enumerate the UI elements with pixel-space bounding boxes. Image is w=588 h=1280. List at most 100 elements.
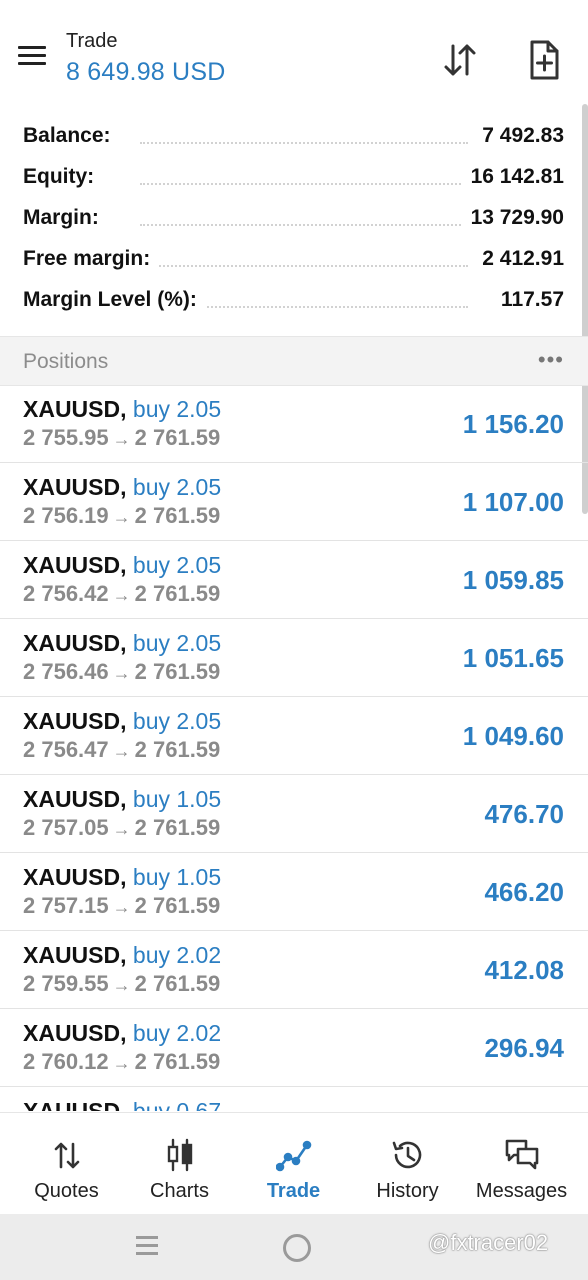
summary-value: 13 729.90 (462, 206, 564, 230)
open-price: 2 759.55 (23, 971, 109, 996)
arrow-right-icon: → (112, 1053, 131, 1073)
position-row[interactable]: XAUUSD, buy 2.05 2 756.19 → 2 761.59 1 107… (0, 463, 588, 541)
positions-header: Positions ••• (0, 336, 588, 386)
position-row[interactable]: XAUUSD, buy 2.05 2 756.46 → 2 761.59 1 051… (0, 619, 588, 697)
current-price: 2 761.59 (134, 971, 221, 996)
position-symbol: XAUUSD, (23, 552, 127, 578)
position-side: buy 2.05 (132, 474, 222, 500)
position-row[interactable]: XAUUSD, buy 2.05 2 756.47 → 2 761.59 1 049… (0, 697, 588, 775)
nav-label: Trade (266, 1180, 321, 1202)
position-profit: 412.08 (484, 955, 564, 985)
arrow-right-icon: → (112, 741, 131, 761)
recent-apps-icon[interactable] (136, 1234, 160, 1258)
position-symbol: XAUUSD, (23, 1020, 127, 1046)
summary-label: Free margin: (23, 247, 159, 271)
summary-label: Margin Level (%): (23, 288, 205, 312)
current-price: 2 761.59 (134, 737, 221, 762)
arrow-right-icon: → (112, 507, 131, 527)
page-title: Trade (66, 30, 118, 52)
messages-icon (504, 1137, 540, 1173)
more-options-icon[interactable]: ••• (538, 347, 564, 373)
open-price: 2 756.42 (23, 581, 109, 606)
position-symbol: XAUUSD, (23, 1098, 127, 1111)
summary-row-equity: Equity: 16 142.81 (0, 157, 588, 198)
arrow-right-icon: → (112, 897, 131, 917)
position-row[interactable]: XAUUSD, buy 1.05 2 757.15 → 2 761.59 466.2… (0, 853, 588, 931)
position-profit: 1 107.00 (462, 487, 564, 517)
history-icon (390, 1137, 426, 1173)
open-price: 2 757.05 (23, 815, 109, 840)
open-price: 2 756.19 (23, 503, 109, 528)
position-side: buy 1.05 (132, 864, 222, 890)
position-side: buy 2.05 (132, 630, 222, 656)
nav-charts[interactable]: Charts (121, 1113, 238, 1215)
new-order-icon[interactable] (522, 38, 566, 82)
summary-value: 7 492.83 (474, 124, 564, 148)
position-row[interactable]: XAUUSD, buy 2.05 2 756.42 → 2 761.59 1 059… (0, 541, 588, 619)
arrow-right-icon: → (112, 819, 131, 839)
current-price: 2 761.59 (134, 659, 221, 684)
current-price: 2 761.59 (134, 815, 221, 840)
current-price: 2 761.59 (134, 581, 221, 606)
summary-label: Equity: (23, 165, 103, 189)
position-profit: 1 051.65 (462, 643, 564, 673)
nav-label: Messages (475, 1180, 568, 1202)
position-profit: 296.94 (484, 1033, 564, 1063)
current-price: 2 761.59 (134, 425, 221, 450)
nav-trade[interactable]: Trade (235, 1113, 352, 1215)
open-price: 2 755.95 (23, 425, 109, 450)
position-side: buy 2.02 (132, 1020, 222, 1046)
position-row[interactable]: XAUUSD, buy 1.05 2 757.05 → 2 761.59 476.7… (0, 775, 588, 853)
position-row[interactable]: XAUUSD, buy 2.05 2 755.95 → 2 761.59 1 156… (0, 385, 588, 463)
bottom-nav: Quotes Charts Trade History Messages (0, 1112, 588, 1215)
arrow-right-icon: → (112, 975, 131, 995)
position-profit: 466.20 (484, 877, 564, 907)
position-side: buy 2.02 (132, 942, 222, 968)
nav-history[interactable]: History (349, 1113, 466, 1215)
position-side: buy 0.67 (132, 1098, 222, 1111)
position-profit: 1 156.20 (462, 409, 564, 439)
position-symbol: XAUUSD, (23, 942, 127, 968)
summary-value: 117.57 (492, 288, 564, 312)
open-price: 2 756.47 (23, 737, 109, 762)
position-row[interactable]: XAUUSD, buy 2.02 2 759.55 → 2 761.59 412.0… (0, 931, 588, 1009)
position-profit: 1 059.85 (462, 565, 564, 595)
positions-title: Positions (23, 350, 109, 373)
position-symbol: XAUUSD, (23, 396, 127, 422)
app-header: Trade 8 649.98 USD (0, 0, 588, 104)
summary-row-margin-level: Margin Level (%): 117.57 (0, 280, 588, 321)
position-side: buy 2.05 (132, 396, 222, 422)
nav-label: History (376, 1180, 439, 1202)
open-price: 2 756.46 (23, 659, 109, 684)
position-side: buy 1.05 (132, 786, 222, 812)
nav-messages[interactable]: Messages (463, 1113, 580, 1215)
trade-icon (275, 1137, 312, 1173)
quotes-icon (49, 1137, 85, 1173)
menu-button[interactable] (14, 40, 50, 70)
position-symbol: XAUUSD, (23, 474, 127, 500)
position-profit: 1 049.60 (462, 721, 564, 751)
position-symbol: XAUUSD, (23, 630, 127, 656)
current-price: 2 761.59 (134, 1049, 221, 1074)
position-side: buy 2.05 (132, 708, 222, 734)
positions-list[interactable]: XAUUSD, buy 2.05 2 755.95 → 2 761.59 1 156… (0, 385, 588, 1111)
summary-label: Margin: (23, 206, 107, 230)
home-icon[interactable] (283, 1234, 311, 1262)
position-side: buy 2.05 (132, 552, 222, 578)
sort-icon[interactable] (438, 38, 482, 82)
position-symbol: XAUUSD, (23, 864, 127, 890)
nav-label: Quotes (34, 1180, 99, 1202)
watermark: @fxtracer02 (428, 1230, 549, 1255)
summary-value: 16 142.81 (462, 165, 564, 189)
position-symbol: XAUUSD, (23, 708, 127, 734)
summary-row-free-margin: Free margin: 2 412.91 (0, 239, 588, 280)
position-symbol: XAUUSD, (23, 786, 127, 812)
position-profit: 476.70 (484, 799, 564, 829)
open-price: 2 757.15 (23, 893, 109, 918)
summary-row-margin: Margin: 13 729.90 (0, 198, 588, 239)
charts-icon (162, 1137, 198, 1173)
nav-quotes[interactable]: Quotes (8, 1113, 125, 1215)
position-row[interactable]: XAUUSD, buy 0.67 (0, 1087, 588, 1111)
position-row[interactable]: XAUUSD, buy 2.02 2 760.12 → 2 761.59 296.9… (0, 1009, 588, 1087)
summary-label: Balance: (23, 124, 119, 148)
